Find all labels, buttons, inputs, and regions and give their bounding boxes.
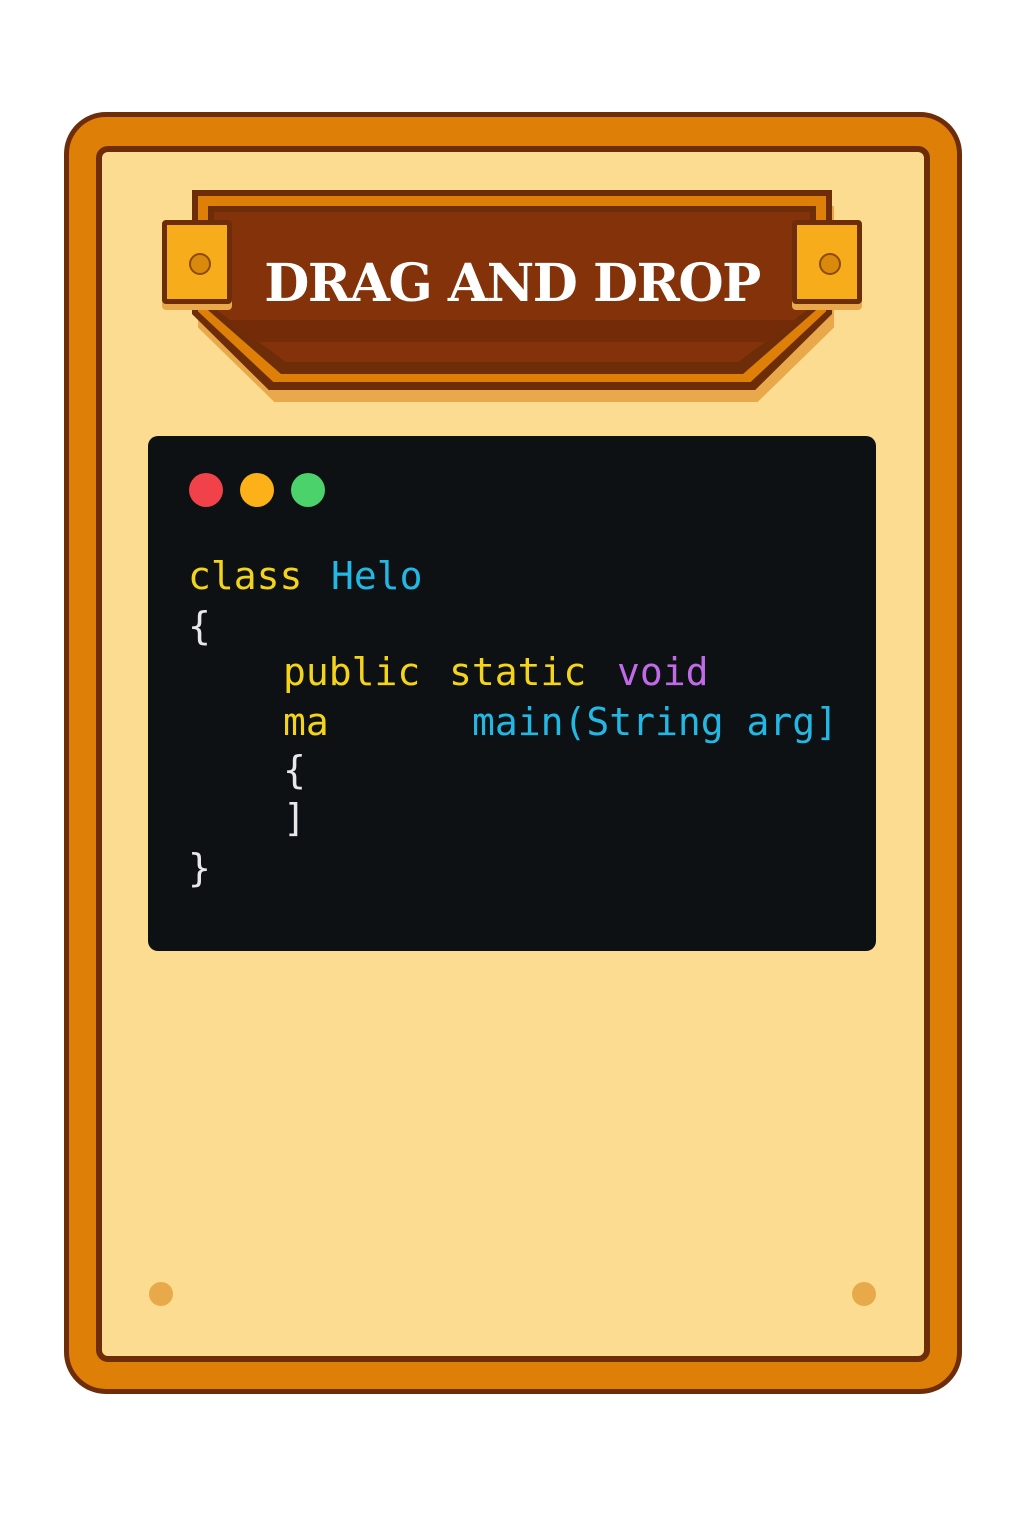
keyword-class[interactable]: class <box>188 552 302 600</box>
minimize-dot-icon[interactable] <box>240 473 274 507</box>
keyword-public[interactable]: public <box>283 648 420 696</box>
class-name-token[interactable]: Helo <box>331 552 423 600</box>
inner-open-brace[interactable]: { <box>283 746 306 794</box>
keyword-void[interactable]: void <box>617 648 709 696</box>
open-brace[interactable]: { <box>188 602 211 650</box>
keyword-static[interactable]: static <box>449 648 586 696</box>
rivet-icon <box>189 253 211 275</box>
page-title: DRAG AND DROP <box>264 253 761 314</box>
rivet-icon <box>819 253 841 275</box>
maximize-dot-icon[interactable] <box>291 473 325 507</box>
close-dot-icon[interactable] <box>189 473 223 507</box>
screw-icon-left <box>149 1282 173 1306</box>
screw-icon-right <box>852 1282 876 1306</box>
main-signature-token[interactable]: main(String arg] <box>472 698 838 746</box>
partial-token-ma[interactable]: ma <box>283 698 329 746</box>
inner-close-bracket[interactable]: ] <box>283 794 306 842</box>
close-brace[interactable]: } <box>188 844 211 892</box>
